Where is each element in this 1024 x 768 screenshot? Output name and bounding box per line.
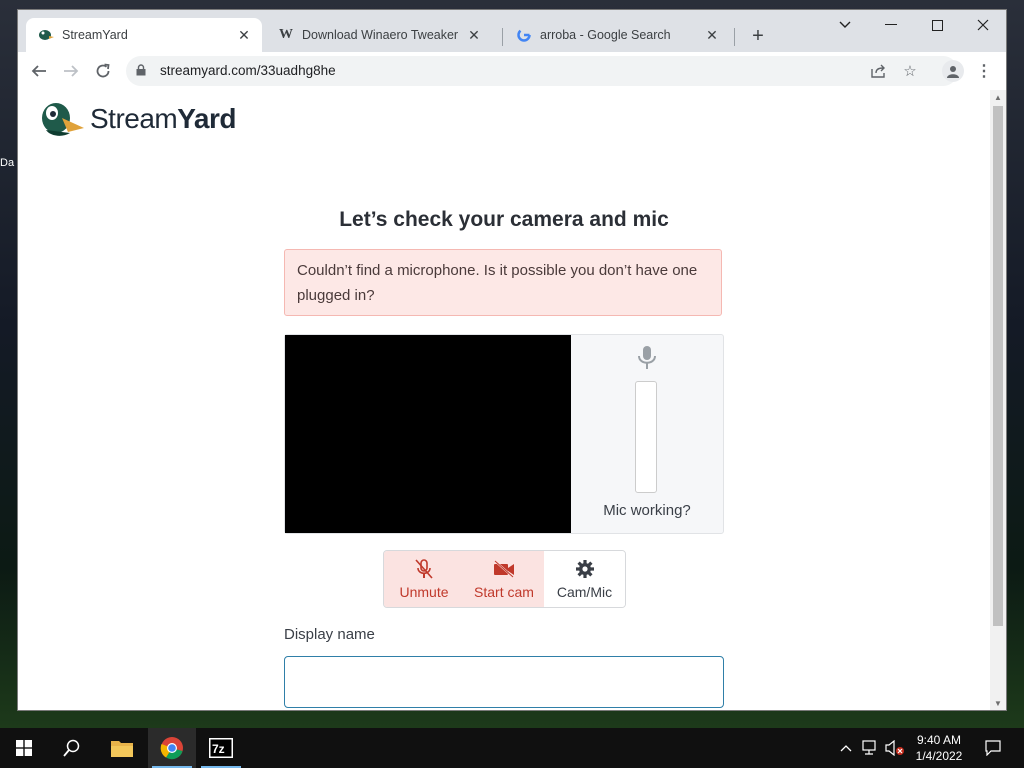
camera-off-icon <box>493 558 515 580</box>
google-g-icon <box>516 27 532 43</box>
clock-time: 9:40 AM <box>916 733 962 747</box>
unmute-label: Unmute <box>399 584 449 600</box>
microphone-icon <box>638 346 656 369</box>
tab-separator <box>502 28 503 46</box>
start-cam-button[interactable]: Start cam <box>464 551 544 607</box>
close-icon <box>977 19 989 31</box>
tab-streamyard[interactable]: StreamYard ✕ <box>26 18 262 52</box>
mic-error-alert: Couldn’t find a microphone. Is it possib… <box>284 249 722 316</box>
arrow-left-icon <box>31 65 46 77</box>
clock-date: 1/4/2022 <box>915 749 963 763</box>
gear-icon <box>574 558 596 580</box>
arrow-right-icon <box>64 65 79 77</box>
window-close-button[interactable] <box>960 10 1006 40</box>
logo-wordmark: StreamYard <box>90 103 236 134</box>
tab-separator <box>734 28 735 46</box>
forward-button[interactable] <box>58 58 84 84</box>
search-icon <box>63 739 80 757</box>
cam-mic-settings-button[interactable]: Cam/Mic <box>544 551 625 607</box>
more-menu-icon[interactable]: ⋮ <box>976 60 992 82</box>
page-content: StreamYard Let’s check your camera and m… <box>18 90 990 710</box>
profile-avatar-button[interactable] <box>942 60 964 82</box>
reload-button[interactable] <box>90 58 116 84</box>
file-explorer-icon <box>111 741 133 757</box>
mic-working-label: Mic working? <box>603 502 691 519</box>
minimize-icon <box>885 24 897 25</box>
back-button[interactable] <box>26 58 52 84</box>
person-icon <box>947 66 959 78</box>
desktop-icon-label-fragment[interactable]: Da <box>0 157 18 169</box>
close-icon[interactable]: ✕ <box>464 25 484 45</box>
browser-toolbar: streamyard.com/33uadhg8he ☆ ⋮ <box>18 52 1006 91</box>
unmute-button[interactable]: Unmute <box>384 551 464 607</box>
tab-title: arroba - Google Search <box>540 28 671 42</box>
maximize-button[interactable] <box>914 10 960 40</box>
page-scrollbar[interactable]: ▲ ▼ <box>990 90 1006 710</box>
streamyard-logo[interactable]: StreamYard <box>40 100 236 138</box>
7zip-taskbar-button[interactable]: 7z <box>197 728 245 768</box>
volume-muted-icon[interactable] <box>884 728 906 768</box>
show-hidden-icons-button[interactable] <box>836 728 856 768</box>
browser-window: StreamYard ✕ W Download Winaero Tweaker … <box>18 10 1006 710</box>
close-icon[interactable]: ✕ <box>702 25 722 45</box>
url-text: streamyard.com/33uadhg8he <box>160 63 336 78</box>
tab-title: StreamYard <box>62 28 128 42</box>
scroll-down-arrow-icon[interactable]: ▼ <box>990 696 1006 710</box>
chrome-taskbar-button[interactable] <box>148 728 196 768</box>
minimize-button[interactable] <box>868 10 914 40</box>
streamyard-duck-logo-icon <box>42 103 84 136</box>
cam-mic-label: Cam/Mic <box>556 584 613 600</box>
scrollbar-thumb[interactable] <box>993 106 1003 626</box>
display-name-input[interactable] <box>284 656 724 708</box>
device-preview-panel: Mic working? <box>284 334 724 534</box>
windows-start-icon <box>16 740 32 756</box>
chevron-down-icon <box>839 21 851 28</box>
windows-taskbar: 7z 9:40 AM 1/4/2022 <box>0 728 1024 768</box>
svg-text:7z: 7z <box>212 742 225 756</box>
media-controls: Unmute Start cam Cam/Mic <box>383 550 626 608</box>
mic-level-meter <box>635 381 657 493</box>
address-bar[interactable]: streamyard.com/33uadhg8he ☆ <box>126 56 958 86</box>
chrome-icon <box>160 737 183 760</box>
lock-icon <box>136 64 146 76</box>
taskbar-search-button[interactable] <box>48 728 96 768</box>
display-name-label: Display name <box>284 626 375 643</box>
reload-icon <box>96 63 110 78</box>
new-tab-button[interactable]: + <box>746 24 770 48</box>
camera-preview <box>285 335 571 533</box>
tab-strip: StreamYard ✕ W Download Winaero Tweaker … <box>18 10 1006 52</box>
network-icon[interactable] <box>860 728 882 768</box>
streamyard-duck-icon <box>38 27 54 43</box>
tab-title: Download Winaero Tweaker <box>302 28 459 42</box>
start-cam-label: Start cam <box>474 584 534 600</box>
page-title: Let’s check your camera and mic <box>339 208 669 231</box>
chevron-up-icon <box>840 745 852 752</box>
mic-off-icon <box>413 558 435 580</box>
7zip-icon: 7z <box>209 738 233 758</box>
close-icon[interactable]: ✕ <box>234 25 254 45</box>
tab-search-button[interactable] <box>822 10 868 40</box>
start-button[interactable] <box>0 728 48 768</box>
winaero-w-icon: W <box>279 27 293 42</box>
bookmark-star-icon[interactable]: ☆ <box>900 61 920 81</box>
scroll-up-arrow-icon[interactable]: ▲ <box>990 90 1006 104</box>
share-icon[interactable] <box>868 61 888 81</box>
tab-winaero[interactable]: W Download Winaero Tweaker ✕ <box>266 18 492 52</box>
notifications-button[interactable] <box>978 728 1008 768</box>
tab-google-search[interactable]: arroba - Google Search ✕ <box>504 18 730 52</box>
maximize-icon <box>931 19 943 31</box>
notification-icon <box>985 740 1001 756</box>
taskbar-clock[interactable]: 9:40 AM 1/4/2022 <box>906 732 972 764</box>
file-explorer-button[interactable] <box>98 728 146 768</box>
